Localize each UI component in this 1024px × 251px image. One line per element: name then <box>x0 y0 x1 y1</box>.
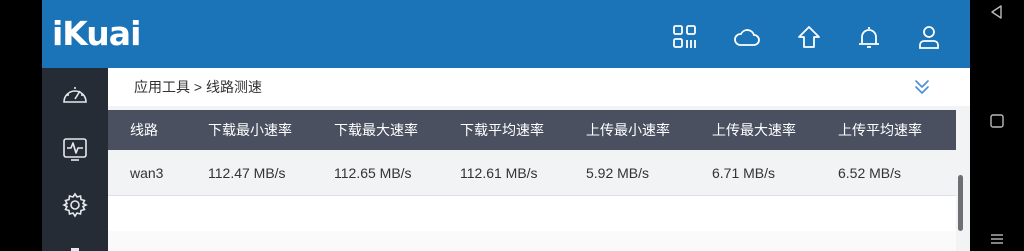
cloud-icon[interactable] <box>732 22 762 52</box>
lower-panel <box>108 231 956 251</box>
column-header-upload-avg[interactable]: 上传平均速率 <box>816 110 956 150</box>
back-icon[interactable] <box>970 0 1024 24</box>
speed-test-table: 线路 下载最小速率 下载最大速率 下载平均速率 上传最小速率 上传最大速率 上传… <box>108 110 956 248</box>
collapse-chevron-icon[interactable] <box>913 77 931 97</box>
table-row[interactable]: wan3 112.47 MB/s 112.65 MB/s 112.61 MB/s… <box>108 150 956 196</box>
user-icon[interactable] <box>914 22 944 52</box>
cell-upload-avg: 6.52 MB/s <box>816 150 956 196</box>
sidebar-item-more[interactable] <box>42 236 108 251</box>
vertical-scrollbar-thumb[interactable] <box>958 175 963 231</box>
left-screen-edge <box>0 0 42 251</box>
qr-code-icon[interactable] <box>670 22 700 52</box>
bell-icon[interactable] <box>854 22 884 52</box>
column-header-line[interactable]: 线路 <box>108 110 186 150</box>
ikuai-logo: iKuai <box>52 14 141 53</box>
cell-download-avg: 112.61 MB/s <box>438 150 564 196</box>
sidebar-item-settings[interactable] <box>42 185 108 229</box>
breadcrumb: 应用工具 > 线路测速 <box>134 79 262 95</box>
sidebar-item-dashboard[interactable] <box>42 74 108 118</box>
menu-lines-icon[interactable] <box>970 227 1024 251</box>
column-header-download-min[interactable]: 下载最小速率 <box>186 110 312 150</box>
column-header-upload-min[interactable]: 上传最小速率 <box>564 110 690 150</box>
app-window: iKuai 应用工具 > 线路测速 线路 下载最小速率 下载最大速率 下载平均速… <box>42 0 970 251</box>
home-square-icon[interactable] <box>970 109 1024 133</box>
breadcrumb-bar: 应用工具 > 线路测速 <box>108 68 970 106</box>
sidebar <box>42 68 108 251</box>
home-icon[interactable] <box>794 22 824 52</box>
android-nav-bar <box>970 0 1024 251</box>
gear-icon <box>62 192 88 222</box>
column-header-download-avg[interactable]: 下载平均速率 <box>438 110 564 150</box>
table-header-row: 线路 下载最小速率 下载最大速率 下载平均速率 上传最小速率 上传最大速率 上传… <box>108 110 956 150</box>
cell-upload-min: 5.92 MB/s <box>564 150 690 196</box>
column-header-download-max[interactable]: 下载最大速率 <box>312 110 438 150</box>
sidebar-item-monitor[interactable] <box>42 129 108 173</box>
cell-download-max: 112.65 MB/s <box>312 150 438 196</box>
top-header: iKuai <box>42 0 970 68</box>
main-content: 应用工具 > 线路测速 线路 下载最小速率 下载最大速率 下载平均速率 上传最小… <box>108 68 970 251</box>
monitor-chart-icon <box>62 136 88 166</box>
cell-upload-max: 6.71 MB/s <box>690 150 816 196</box>
speedometer-icon <box>61 82 89 110</box>
cell-line: wan3 <box>108 150 186 196</box>
column-header-upload-max[interactable]: 上传最大速率 <box>690 110 816 150</box>
cell-download-min: 112.47 MB/s <box>186 150 312 196</box>
